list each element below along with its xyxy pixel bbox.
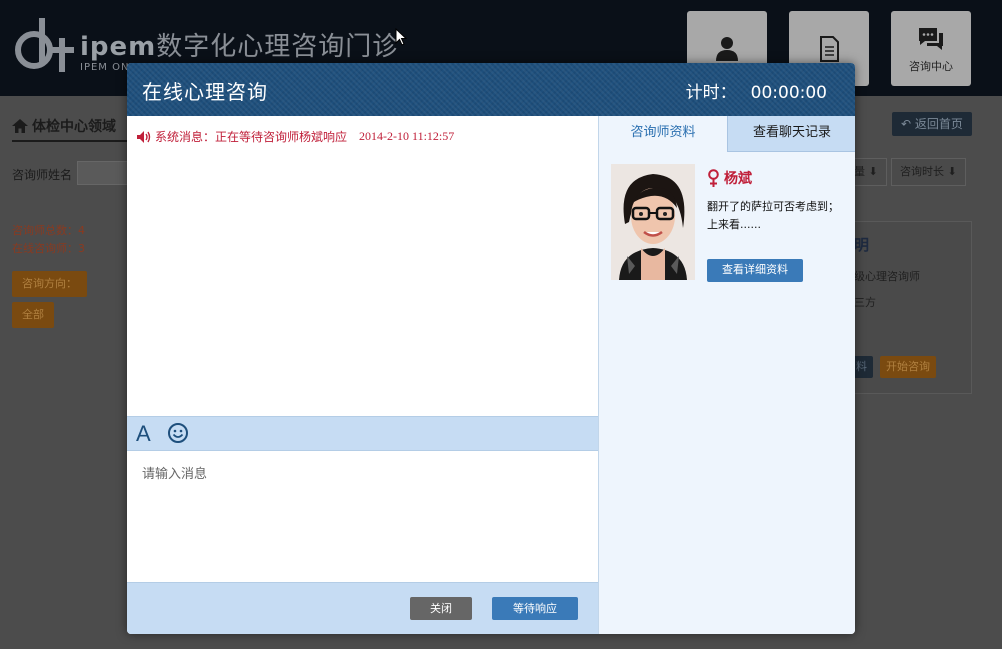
system-message-time: 2014-2-10 11:12:57 bbox=[359, 129, 455, 143]
system-message: 系统消息：正在等待咨询师杨斌响应 2014-2-10 11:12:57 bbox=[137, 128, 454, 145]
timer-value: 00:00:00 bbox=[750, 83, 827, 103]
font-tool-icon[interactable]: A bbox=[136, 421, 151, 447]
consult-dialog: 在线心理咨询 计时： 00:00:00 系统消息：正在等待咨询师杨斌响应 2014… bbox=[127, 63, 855, 634]
card-title: 明 bbox=[854, 236, 870, 254]
home-icon bbox=[12, 119, 28, 133]
document-icon bbox=[820, 35, 839, 62]
logo-icon bbox=[15, 18, 74, 72]
counselor-photo bbox=[611, 164, 695, 280]
name-filter-label: 咨询师姓名 bbox=[12, 168, 73, 182]
tab-counselor-profile[interactable]: 咨询师资料 bbox=[599, 116, 727, 152]
emoji-icon[interactable] bbox=[167, 422, 189, 444]
section-underline bbox=[12, 140, 132, 142]
online-count: 在线咨询师：3 bbox=[12, 242, 85, 255]
close-button[interactable]: 关闭 bbox=[410, 597, 472, 620]
chat-icon bbox=[919, 27, 943, 50]
dialog-footer: 关闭 等待响应 bbox=[127, 582, 598, 634]
card-start-button[interactable]: 开始咨询 bbox=[880, 356, 936, 378]
nav-consult-center-button[interactable]: 咨询中心 bbox=[891, 11, 971, 86]
counselor-name: 杨斌 bbox=[707, 168, 752, 188]
card-level: 级心理咨询师 bbox=[854, 270, 920, 283]
system-message-text: 系统消息：正在等待咨询师杨斌响应 bbox=[155, 130, 348, 144]
message-input-area bbox=[127, 451, 598, 582]
wait-response-button[interactable]: 等待响应 bbox=[492, 597, 578, 620]
user-icon bbox=[716, 36, 738, 61]
timer: 计时： 00:00:00 bbox=[686, 78, 827, 103]
chat-toolbar: A bbox=[127, 416, 598, 451]
card-direction: 三方 bbox=[854, 296, 876, 309]
message-input[interactable] bbox=[127, 451, 598, 582]
tab-chat-history[interactable]: 查看聊天记录 bbox=[727, 116, 855, 152]
back-home-button[interactable]: ↶ 返回首页 bbox=[892, 112, 972, 136]
counselor-card: 明 级心理咨询师 三方 料 开始咨询 bbox=[845, 221, 972, 394]
view-details-button[interactable]: 查看详细资料 bbox=[707, 259, 803, 282]
mouse-cursor-icon bbox=[395, 28, 407, 46]
counselor-bio: 翻开了的萨拉可否考虑到；上来看...... bbox=[707, 200, 839, 231]
timer-label: 计时： bbox=[685, 83, 737, 103]
site-title: ipem数字化心理咨询门诊 bbox=[80, 32, 400, 62]
direction-label: 咨询方向： bbox=[12, 271, 87, 297]
dialog-title: 在线心理咨询 bbox=[142, 80, 268, 104]
panel-tabs: 咨询师资料 查看聊天记录 bbox=[599, 116, 855, 152]
chat-messages[interactable]: 系统消息：正在等待咨询师杨斌响应 2014-2-10 11:12:57 bbox=[127, 116, 598, 416]
direction-all-button[interactable]: 全部 bbox=[12, 302, 54, 328]
section-title: 体检中心领域 bbox=[12, 116, 116, 136]
female-icon bbox=[708, 169, 719, 187]
nav-consult-center-label: 咨询中心 bbox=[909, 59, 953, 73]
counselor-panel: 咨询师资料 查看聊天记录 杨斌 翻开了的萨拉可否考虑到；上来看...... 查看… bbox=[598, 116, 855, 634]
speaker-icon bbox=[137, 130, 151, 143]
dialog-header[interactable]: 在线心理咨询 计时： 00:00:00 bbox=[127, 63, 855, 116]
sort-duration-button[interactable]: 咨询时长 ⬇ bbox=[891, 158, 966, 186]
total-count: 咨询师总数：4 bbox=[12, 224, 85, 237]
counselor-portrait-image bbox=[611, 164, 695, 280]
